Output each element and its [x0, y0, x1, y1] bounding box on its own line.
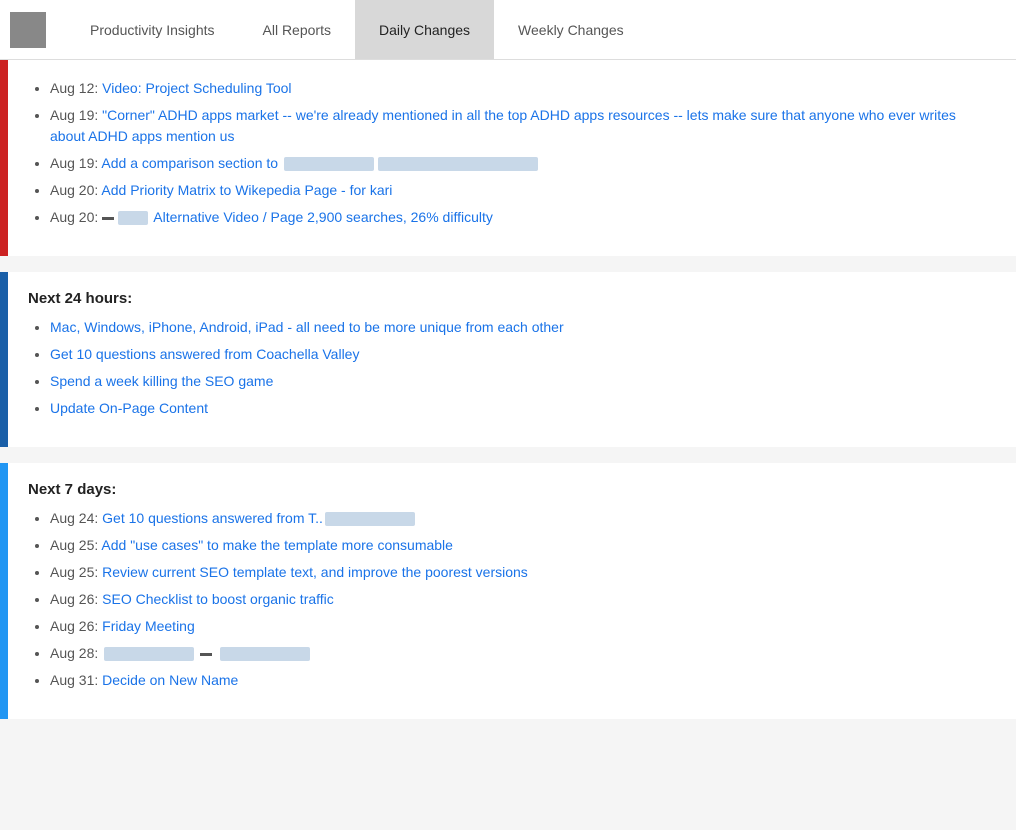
list-item: Aug 26: SEO Checklist to boost organic t…: [50, 589, 992, 610]
dash-icon: [102, 217, 114, 220]
blurred-text: [284, 157, 374, 171]
main-content: Aug 12: Video: Project Scheduling Tool A…: [0, 60, 1016, 719]
next24h-section: Next 24 hours: Mac, Windows, iPhone, And…: [0, 272, 1016, 447]
item-link[interactable]: Add "use cases" to make the template mor…: [101, 537, 453, 553]
section-bar-red: [0, 60, 8, 256]
recent-section: Aug 12: Video: Project Scheduling Tool A…: [0, 60, 1016, 256]
blurred-text: [220, 647, 310, 661]
tab-all-reports[interactable]: All Reports: [239, 0, 355, 59]
item-link[interactable]: Get 10 questions answered from Coachella…: [50, 346, 359, 362]
item-link[interactable]: Get 10 questions answered from T..: [102, 510, 323, 526]
blurred-text: [378, 157, 538, 171]
item-link[interactable]: Mac, Windows, iPhone, Android, iPad - al…: [50, 319, 564, 335]
blurred-text: [104, 647, 194, 661]
list-item: Aug 25: Review current SEO template text…: [50, 562, 992, 583]
item-link[interactable]: Spend a week killing the SEO game: [50, 373, 273, 389]
next7days-section: Next 7 days: Aug 24: Get 10 questions an…: [0, 463, 1016, 719]
list-item: Aug 20: Alternative Video / Page 2,900 s…: [50, 207, 992, 228]
list-item: Aug 19: "Corner" ADHD apps market -- we'…: [50, 105, 992, 147]
recent-item-list: Aug 12: Video: Project Scheduling Tool A…: [28, 78, 992, 228]
item-link[interactable]: "Corner" ADHD apps market -- we're alrea…: [50, 107, 956, 144]
list-item: Aug 26: Friday Meeting: [50, 616, 992, 637]
list-item: Aug 25: Add "use cases" to make the temp…: [50, 535, 992, 556]
list-item: Aug 20: Add Priority Matrix to Wikepedia…: [50, 180, 992, 201]
list-item: Aug 31: Decide on New Name: [50, 670, 992, 691]
item-link[interactable]: SEO Checklist to boost organic traffic: [102, 591, 334, 607]
next24h-section-body: Next 24 hours: Mac, Windows, iPhone, And…: [8, 272, 1016, 447]
next7days-section-body: Next 7 days: Aug 24: Get 10 questions an…: [8, 463, 1016, 719]
item-link[interactable]: Video: Project Scheduling Tool: [102, 80, 291, 96]
tab-daily-changes[interactable]: Daily Changes: [355, 0, 494, 59]
item-link[interactable]: Alternative Video / Page 2,900 searches,…: [153, 209, 493, 225]
list-item: Aug 19: Add a comparison section to: [50, 153, 992, 174]
item-link[interactable]: Decide on New Name: [102, 672, 238, 688]
blurred-text: [325, 512, 415, 526]
list-item: Mac, Windows, iPhone, Android, iPad - al…: [50, 317, 992, 338]
item-link[interactable]: Update On-Page Content: [50, 400, 208, 416]
item-link[interactable]: Add a comparison section to: [101, 155, 282, 171]
next24h-title: Next 24 hours:: [28, 290, 992, 307]
next7days-item-list: Aug 24: Get 10 questions answered from T…: [28, 508, 992, 691]
list-item: Get 10 questions answered from Coachella…: [50, 344, 992, 365]
blurred-text: [118, 211, 148, 225]
list-item: Update On-Page Content: [50, 398, 992, 419]
list-item: Aug 24: Get 10 questions answered from T…: [50, 508, 992, 529]
dash-icon: [200, 653, 212, 656]
main-nav: Productivity Insights All Reports Daily …: [66, 0, 648, 59]
list-item: Aug 28:: [50, 643, 992, 664]
list-item: Spend a week killing the SEO game: [50, 371, 992, 392]
tab-weekly-changes[interactable]: Weekly Changes: [494, 0, 648, 59]
item-link[interactable]: Friday Meeting: [102, 618, 195, 634]
section-bar-blue-light: [0, 463, 8, 719]
item-link[interactable]: Review current SEO template text, and im…: [102, 564, 528, 580]
item-link[interactable]: Add Priority Matrix to Wikepedia Page - …: [101, 182, 392, 198]
recent-section-body: Aug 12: Video: Project Scheduling Tool A…: [8, 60, 1016, 256]
section-bar-blue-dark: [0, 272, 8, 447]
next24h-item-list: Mac, Windows, iPhone, Android, iPad - al…: [28, 317, 992, 419]
next7days-title: Next 7 days:: [28, 481, 992, 498]
app-header: Productivity Insights All Reports Daily …: [0, 0, 1016, 60]
tab-productivity[interactable]: Productivity Insights: [66, 0, 239, 59]
list-item: Aug 12: Video: Project Scheduling Tool: [50, 78, 992, 99]
app-logo: [10, 12, 46, 48]
